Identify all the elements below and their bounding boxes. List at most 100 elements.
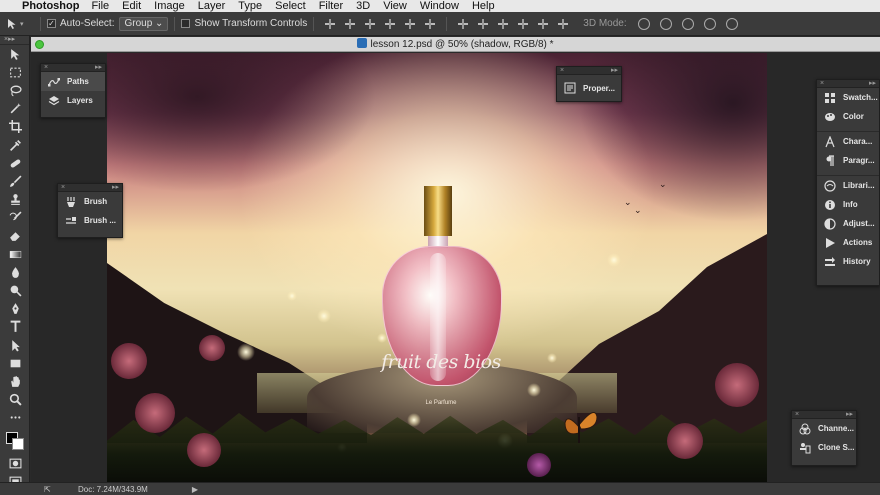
zoom-tool[interactable] [0,391,30,409]
collapse-icon[interactable]: ▸▸ [846,411,853,418]
type-tool[interactable] [0,318,30,336]
menu-edit[interactable]: Edit [122,0,141,12]
pen-tool[interactable] [0,300,30,318]
panel-item-label: Chara... [843,137,873,146]
panel-item-paths[interactable]: Paths [41,72,105,91]
panel-item-actions[interactable]: Actions [817,233,879,252]
background-color-swatch[interactable] [12,438,24,450]
close-icon[interactable]: × [61,184,65,191]
panel-item-color[interactable]: Color [817,107,879,126]
document-tab-bar: lesson 12.psd @ 50% (shadow, RGB/8) * [31,37,880,52]
distribute-bottom-icon[interactable] [496,18,510,30]
dodge-tool[interactable] [0,281,30,299]
menu-image[interactable]: Image [154,0,185,12]
clone-stamp-tool[interactable] [0,191,30,209]
menu-layer[interactable]: Layer [198,0,226,12]
auto-select-mode-select[interactable]: Group ⌄ [119,16,169,31]
collapse-icon[interactable]: ▸▸ [112,184,119,191]
shape-tool[interactable] [0,354,30,372]
tools-panel-header[interactable]: ×▸▸ [0,36,29,45]
panel-item-label: Info [843,200,858,209]
panel-item-adjustments[interactable]: Adjust... [817,214,879,233]
window-zoom-button[interactable] [35,40,44,49]
panel-item-history[interactable]: History [817,252,879,271]
menu-filter[interactable]: Filter [319,0,343,12]
hand-tool[interactable] [0,372,30,390]
path-selection-tool[interactable] [0,336,30,354]
collapse-icon[interactable]: ▸▸ [869,80,876,87]
panel-item-channels[interactable]: Channe... [792,419,856,438]
spot-healing-tool[interactable] [0,154,30,172]
move-tool[interactable] [0,45,30,63]
export-icon[interactable]: ⇱ [44,485,58,494]
eraser-tool[interactable] [0,227,30,245]
align-vcenter-icon[interactable] [343,18,357,30]
3d-pan-icon[interactable] [681,17,694,30]
close-icon[interactable]: × [820,80,824,87]
quick-selection-tool[interactable] [0,100,30,118]
lasso-icon [10,85,22,97]
panel-item-brush-presets[interactable]: Brush ... [58,211,122,230]
close-icon[interactable]: × [560,67,564,74]
status-menu-arrow-icon[interactable]: ▶ [192,485,198,494]
blur-tool[interactable] [0,263,30,281]
tool-preset-picker[interactable]: ▾ [6,18,34,30]
3d-orbit-icon[interactable] [637,17,650,30]
collapse-icon[interactable]: ▸▸ [95,64,102,71]
3d-slide-icon[interactable] [703,17,716,30]
panel-item-clone-source[interactable]: Clone S... [792,438,856,457]
panel-item-brush[interactable]: Brush [58,192,122,211]
distribute-left-icon[interactable] [516,18,530,30]
close-icon[interactable]: × [795,411,799,418]
panel-header[interactable]: × ▸▸ [41,64,105,72]
crop-tool[interactable] [0,118,30,136]
panel-item-character[interactable]: Chara... [817,132,879,151]
gradient-tool[interactable] [0,245,30,263]
panel-item-label: Actions [843,238,873,247]
3d-roll-icon[interactable] [659,17,672,30]
lasso-tool[interactable] [0,81,30,99]
distribute-right-icon[interactable] [556,18,570,30]
menu-select[interactable]: Select [275,0,306,12]
panel-item-info[interactable]: Info [817,195,879,214]
menu-3d[interactable]: 3D [356,0,370,12]
history-brush-tool[interactable] [0,209,30,227]
align-top-icon[interactable] [323,18,337,30]
3d-scale-icon[interactable] [725,17,738,30]
menu-type[interactable]: Type [238,0,262,12]
auto-select-checkbox[interactable]: ✓ [47,19,56,28]
panel-item-properties[interactable]: Proper... [557,75,621,101]
bandage-icon [10,159,20,168]
close-icon[interactable]: × [44,64,48,71]
panel-item-layers[interactable]: Layers [41,91,105,110]
panel-header[interactable]: × ▸▸ [792,411,856,419]
edit-toolbar[interactable] [0,409,30,427]
align-left-icon[interactable] [383,18,397,30]
panel-header[interactable]: × ▸▸ [817,80,879,88]
distribute-vcenter-icon[interactable] [476,18,490,30]
document-canvas[interactable]: fruit des bios Le Parfume ⌄ ⌄ ⌄ [107,53,767,482]
panel-item-libraries[interactable]: Librari... [817,176,879,195]
align-right-icon[interactable] [423,18,437,30]
panel-header[interactable]: × ▸▸ [58,184,122,192]
brush-tool[interactable] [0,172,30,190]
marquee-tool[interactable] [0,63,30,81]
align-hcenter-icon[interactable] [403,18,417,30]
menu-help[interactable]: Help [472,0,495,12]
collapse-icon[interactable]: ▸▸ [611,67,618,74]
eyedropper-tool[interactable] [0,136,30,154]
menu-window[interactable]: Window [420,0,459,12]
menu-view[interactable]: View [383,0,407,12]
panel-item-label: Brush [84,197,108,206]
align-bottom-icon[interactable] [363,18,377,30]
quick-mask-button[interactable] [0,454,30,472]
panel-item-paragraph[interactable]: Paragr... [817,151,879,170]
panel-header[interactable]: × ▸▸ [557,67,621,75]
distribute-top-icon[interactable] [456,18,470,30]
distribute-hcenter-icon[interactable] [536,18,550,30]
app-menu[interactable]: Photoshop [22,0,79,12]
panel-item-swatches[interactable]: Swatch... [817,88,879,107]
menu-file[interactable]: File [91,0,109,12]
show-transform-checkbox[interactable] [181,19,191,28]
marquee-icon [9,67,21,78]
